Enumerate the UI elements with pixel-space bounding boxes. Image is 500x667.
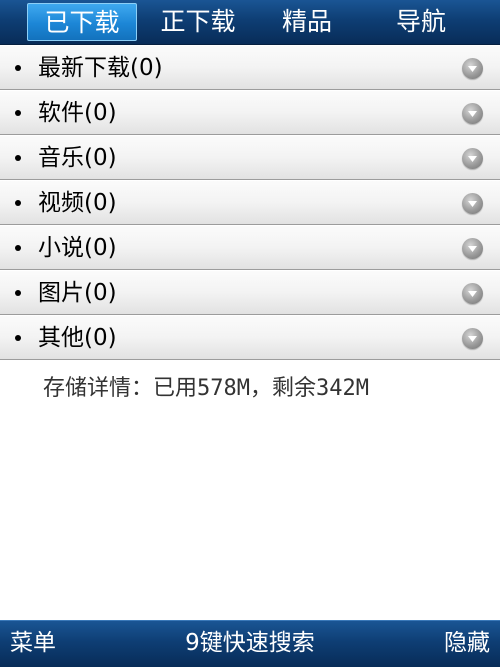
bullet-dot-icon: [15, 65, 21, 71]
tab-navigation[interactable]: 导航: [386, 3, 456, 41]
tab-downloading[interactable]: 正下载: [148, 3, 248, 41]
menu-softkey[interactable]: 菜单: [10, 621, 56, 667]
category-row-pictures[interactable]: 图片(0): [0, 270, 500, 315]
category-label: 视频(0): [38, 190, 117, 216]
chevron-down-icon[interactable]: [462, 328, 483, 349]
top-tab-bar: 已下载 正下载 精品 导航: [0, 0, 500, 45]
quick-search-softkey[interactable]: 9键快速搜索: [0, 621, 500, 667]
storage-info: 存储详情：已用578M，剩余342M: [43, 376, 369, 401]
tab-featured[interactable]: 精品: [272, 3, 342, 41]
category-row-video[interactable]: 视频(0): [0, 180, 500, 225]
category-label: 图片(0): [38, 280, 117, 306]
chevron-down-icon[interactable]: [462, 103, 483, 124]
bullet-dot-icon: [15, 290, 21, 296]
bullet-dot-icon: [15, 245, 21, 251]
category-label: 软件(0): [38, 100, 117, 126]
category-row-novel[interactable]: 小说(0): [0, 225, 500, 270]
chevron-down-icon[interactable]: [462, 148, 483, 169]
category-row-latest[interactable]: 最新下载(0): [0, 45, 500, 90]
category-row-software[interactable]: 软件(0): [0, 90, 500, 135]
tab-downloaded[interactable]: 已下载: [27, 3, 137, 41]
category-label: 小说(0): [38, 235, 117, 261]
bullet-dot-icon: [15, 200, 21, 206]
bullet-dot-icon: [15, 110, 21, 116]
category-label: 其他(0): [38, 325, 117, 351]
softkey-bar: 9键快速搜索 菜单 隐藏: [0, 620, 500, 667]
bullet-dot-icon: [15, 155, 21, 161]
chevron-down-icon[interactable]: [462, 238, 483, 259]
chevron-down-icon[interactable]: [462, 193, 483, 214]
category-row-music[interactable]: 音乐(0): [0, 135, 500, 180]
category-row-other[interactable]: 其他(0): [0, 315, 500, 360]
chevron-down-icon[interactable]: [462, 58, 483, 79]
category-list: 最新下载(0) 软件(0) 音乐(0) 视频(0) 小说(0) 图片(0) 其他…: [0, 45, 500, 360]
hide-softkey[interactable]: 隐藏: [444, 621, 490, 667]
chevron-down-icon[interactable]: [462, 283, 483, 304]
category-label: 音乐(0): [38, 145, 117, 171]
category-label: 最新下载(0): [38, 55, 163, 81]
bullet-dot-icon: [15, 335, 21, 341]
